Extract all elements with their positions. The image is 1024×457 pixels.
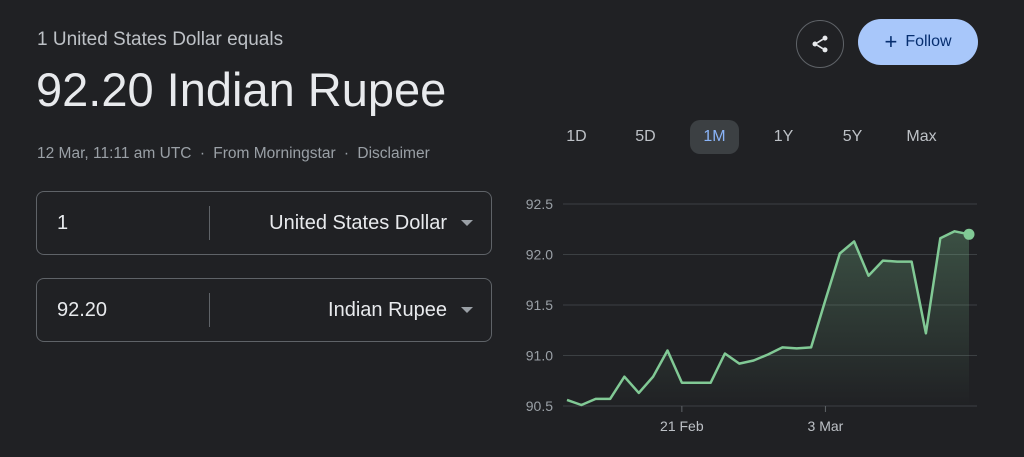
current-value-dot (963, 228, 975, 240)
to-currency-row: 92.20 Indian Rupee (36, 278, 492, 342)
dropdown-caret-icon (461, 220, 473, 226)
to-currency-label: Indian Rupee (328, 298, 447, 321)
from-currency-row: 1 United States Dollar (36, 191, 492, 255)
conversion-result: 92.20 Indian Rupee (36, 63, 447, 116)
divider (209, 206, 210, 240)
disclaimer-link[interactable]: Disclaimer (357, 145, 429, 162)
range-tab-5y[interactable]: 5Y (828, 120, 877, 154)
timestamp: 12 Mar, 11:11 am UTC (37, 145, 192, 162)
y-tick-label: 92.0 (526, 247, 553, 263)
divider (209, 293, 210, 327)
range-tab-max[interactable]: Max (897, 120, 946, 154)
conversion-subtitle: 1 United States Dollar equals (37, 29, 284, 50)
follow-button[interactable]: + Follow (858, 19, 978, 65)
range-tab-1y[interactable]: 1Y (759, 120, 808, 154)
range-tab-1m[interactable]: 1M (690, 120, 739, 154)
share-icon (812, 35, 828, 53)
separator: · (343, 145, 350, 162)
y-tick-label: 90.5 (526, 398, 553, 414)
from-currency-select[interactable]: United States Dollar (269, 192, 473, 254)
exchange-rate-chart: 92.5 92.0 91.5 91.0 90.5 21 Feb 3 Mar (526, 196, 977, 434)
x-tick-label: 3 Mar (808, 418, 844, 434)
separator: · (199, 145, 205, 162)
range-tab-5d[interactable]: 5D (621, 120, 670, 154)
follow-label: Follow (905, 33, 952, 50)
y-tick-label: 91.5 (526, 297, 553, 313)
share-button[interactable] (796, 20, 844, 68)
plus-icon: + (884, 29, 898, 54)
source-line: 12 Mar, 11:11 am UTC · From Morningstar … (37, 145, 430, 163)
to-currency-select[interactable]: Indian Rupee (328, 279, 473, 341)
y-tick-label: 91.0 (526, 348, 553, 364)
x-tick-label: 21 Feb (660, 418, 704, 434)
to-amount-input[interactable]: 92.20 (57, 279, 197, 341)
source-text: From Morningstar (213, 145, 336, 162)
dropdown-caret-icon (461, 307, 473, 313)
y-tick-label: 92.5 (526, 196, 553, 212)
from-currency-label: United States Dollar (269, 211, 447, 234)
range-tab-1d[interactable]: 1D (552, 120, 601, 154)
time-range-tabs: 1D 5D 1M 1Y 5Y Max (552, 120, 966, 154)
from-amount-input[interactable]: 1 (57, 192, 197, 254)
